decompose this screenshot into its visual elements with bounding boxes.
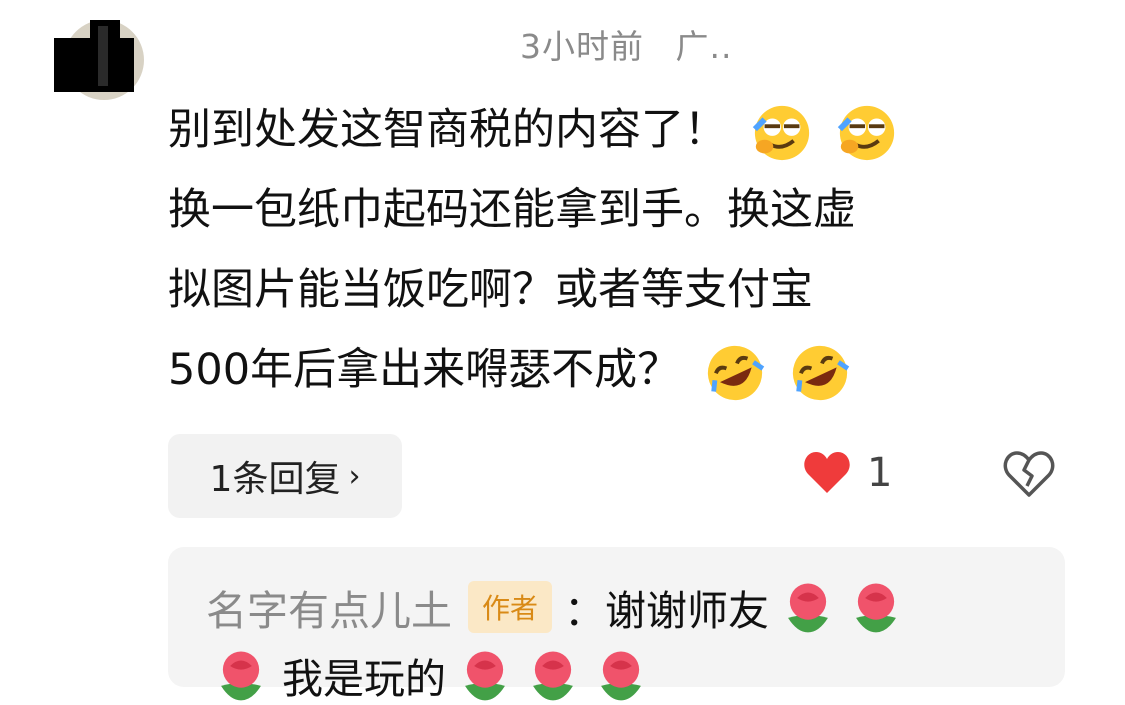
reply-text-continued: 我是玩的 xyxy=(282,655,446,703)
reply-line-2: 我是玩的 xyxy=(212,645,650,705)
chevron-right-icon: › xyxy=(348,458,361,494)
author-badge: 作者 xyxy=(468,581,553,633)
time-text: 3小时前 xyxy=(520,27,644,66)
reply-preview[interactable]: 名字有点儿土 作者 ：谢谢师友 我是玩的 xyxy=(168,547,1065,703)
comment-meta: 3小时前 广.. xyxy=(520,20,732,68)
like-button[interactable]: 1 xyxy=(803,450,892,496)
dislike-button[interactable] xyxy=(1003,450,1055,502)
avatar[interactable] xyxy=(54,16,144,102)
avatar-image xyxy=(54,20,144,100)
smirk-emoji-icon xyxy=(752,105,809,160)
heart-icon xyxy=(804,452,850,493)
reply-text: ：谢谢师友 xyxy=(564,587,770,635)
comment-line-2: 换一包纸巾起码还能拿到手。换这虚 xyxy=(168,185,856,235)
like-count: 1 xyxy=(867,450,893,496)
comment-body: 别到处发这智商税的内容了！ 换一包纸巾起码还能拿到手。换这虚 拟图片能当饭吃啊？… xyxy=(168,90,1048,410)
rose-icon xyxy=(788,583,828,633)
view-replies-button[interactable]: 1条回复 › xyxy=(168,434,402,518)
rose-icon xyxy=(221,651,261,701)
rose-icon xyxy=(856,583,896,633)
reply-line-1: 名字有点儿土 作者 ：谢谢师友 xyxy=(206,577,905,637)
rose-icon xyxy=(533,651,573,701)
rofl-emoji-icon xyxy=(707,345,764,400)
comment-line-1: 别到处发这智商税的内容了！ xyxy=(168,90,1048,170)
broken-heart-icon xyxy=(1003,451,1055,497)
reply-author-name[interactable]: 名字有点儿土 xyxy=(206,577,452,637)
comment-line-4: 500年后拿出来嘚瑟不成？ xyxy=(168,330,1048,410)
rose-icon xyxy=(465,651,505,701)
replies-count-label: 1条回复 xyxy=(209,459,341,500)
rofl-emoji-icon xyxy=(793,345,850,400)
location-text: 广.. xyxy=(675,27,733,66)
rose-icon xyxy=(601,651,641,701)
comment-line-3: 拟图片能当饭吃啊？或者等支付宝 xyxy=(168,265,813,315)
smirk-emoji-icon xyxy=(838,105,895,160)
